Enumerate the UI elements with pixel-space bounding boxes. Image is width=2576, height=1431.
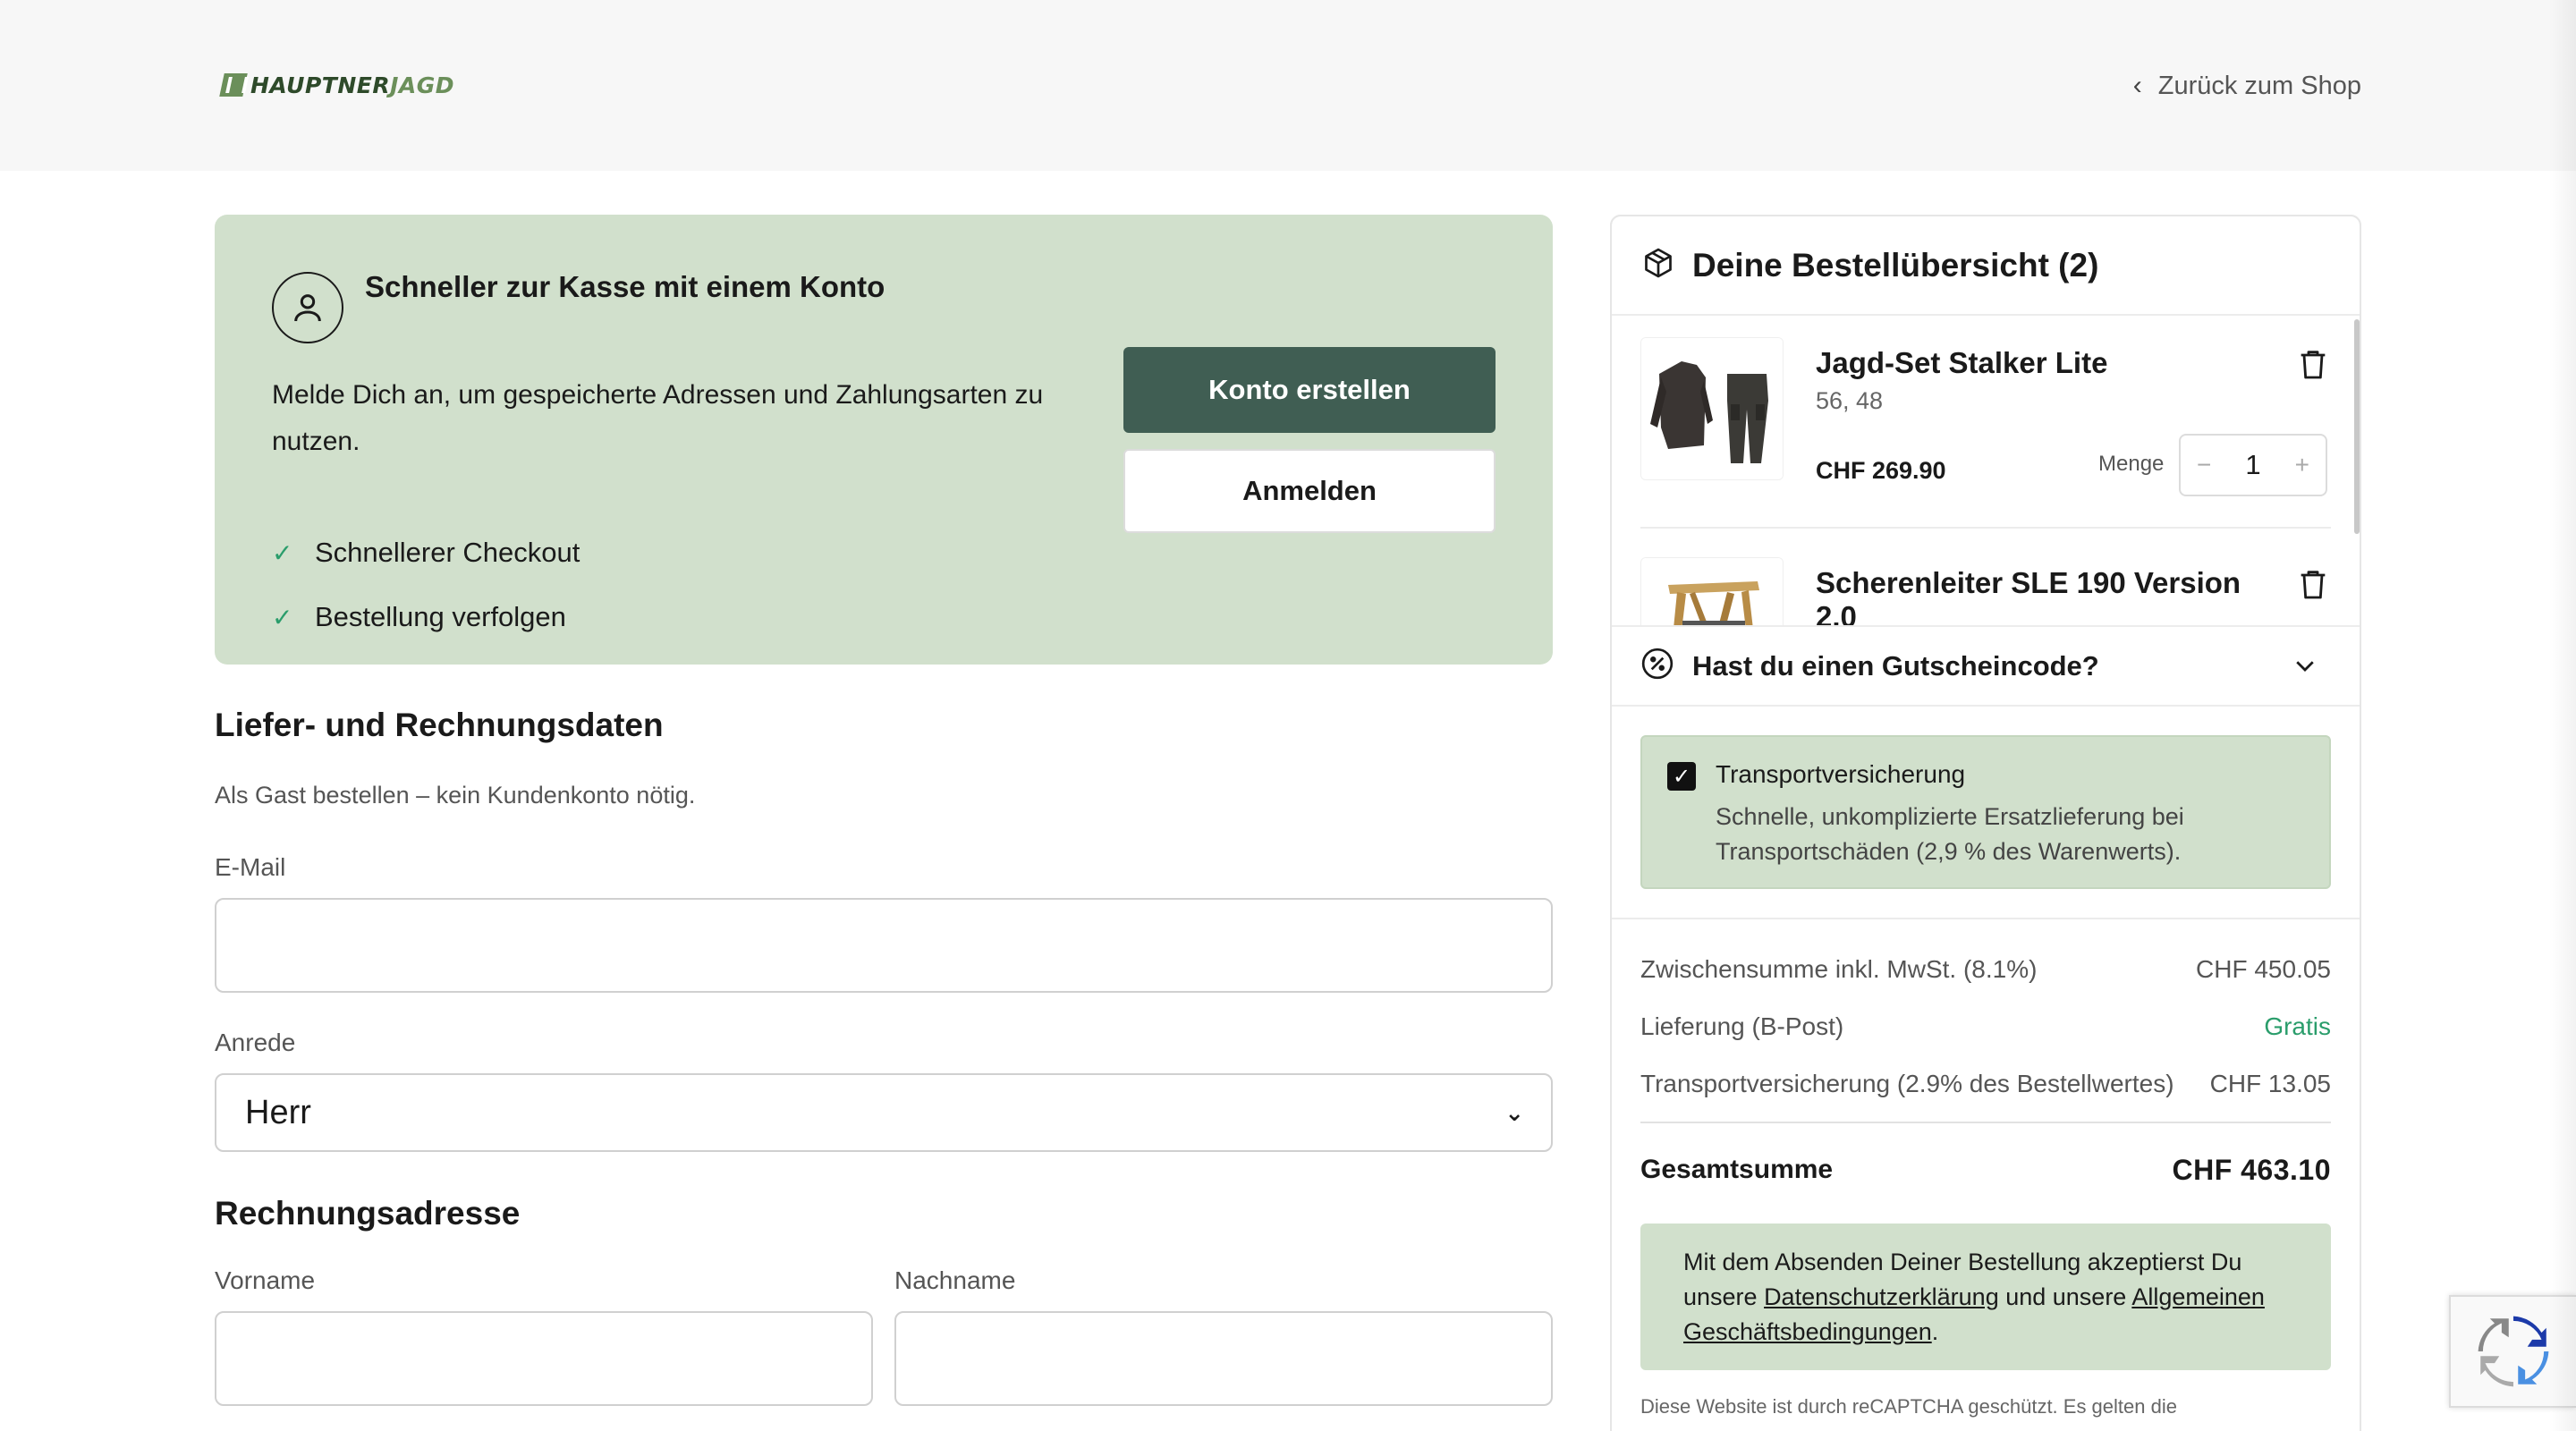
shipping-billing-title: Liefer- und Rechnungsdaten xyxy=(215,707,664,743)
product-name[interactable]: Jagd-Set Stalker Lite xyxy=(1816,346,2245,380)
product-name[interactable]: Scherenleiter SLE 190 Version 2.0 xyxy=(1816,566,2245,625)
logo-text-jagd: JAGD xyxy=(390,72,454,98)
check-icon: ✓ xyxy=(272,603,293,631)
minus-icon[interactable]: − xyxy=(2197,451,2211,479)
create-account-button[interactable]: Konto erstellen xyxy=(1123,347,1496,433)
cart-items-viewport: Jagd-Set Stalker Lite 56, 48 CHF 269.90 … xyxy=(1610,314,2361,625)
shipping-row: Lieferung (B-Post) Gratis xyxy=(1640,1009,2331,1045)
plus-icon[interactable]: + xyxy=(2295,451,2309,479)
discount-icon xyxy=(1640,647,1674,685)
quantity-label: Menge xyxy=(2098,452,2165,476)
back-to-shop-link[interactable]: ‹ Zurück zum Shop xyxy=(2133,68,2361,104)
total-label: Gesamtsumme xyxy=(1640,1155,1834,1184)
product-image[interactable] xyxy=(1640,337,1784,480)
product-price: CHF 269.90 xyxy=(1816,457,1946,484)
product-variant: 56, 48 xyxy=(1816,387,1884,414)
brand-logo[interactable]: HAUPTNERJAGD xyxy=(219,70,454,100)
recaptcha-note: Diese Website ist durch reCAPTCHA geschü… xyxy=(1640,1395,2177,1418)
page-edge-shadow xyxy=(2549,0,2576,1431)
order-summary-title: Deine Bestellübersicht (2) xyxy=(1692,246,2099,284)
guest-note: Als Gast bestellen – kein Kundenkonto nö… xyxy=(215,782,696,809)
divider xyxy=(1612,918,2360,919)
cart-scrollbar[interactable] xyxy=(2354,319,2360,534)
coupon-label: Hast du einen Gutscheincode? xyxy=(1692,649,2099,682)
chevron-down-icon xyxy=(2292,652,2318,683)
benefit-label: Schnellerer Checkout xyxy=(315,537,580,568)
salutation-select[interactable]: Herr ⌄ xyxy=(215,1073,1553,1152)
benefit-item: ✓ Schnellerer Checkout xyxy=(272,535,580,571)
email-field[interactable] xyxy=(215,898,1553,993)
legal-text: und unsere xyxy=(1998,1283,2132,1310)
total-value: CHF 463.10 xyxy=(2172,1153,2331,1186)
firstname-label: Vorname xyxy=(215,1266,316,1294)
total-row: Gesamtsumme CHF 463.10 xyxy=(1640,1150,2331,1190)
divider xyxy=(1640,1122,2331,1123)
package-icon xyxy=(1642,247,1674,284)
insurance-row: Transportversicherung (2.9% des Bestellw… xyxy=(1640,1066,2331,1102)
insurance-checkbox[interactable]: ✓ xyxy=(1667,762,1696,791)
coupon-toggle[interactable]: Hast du einen Gutscheincode? xyxy=(1612,625,2360,707)
billing-address-title: Rechnungsadresse xyxy=(215,1195,521,1232)
order-summary-header: Deine Bestellübersicht (2) xyxy=(1612,216,2360,316)
legal-text: . xyxy=(1931,1318,1939,1345)
trash-icon[interactable] xyxy=(2295,346,2331,382)
account-promo-box: Schneller zur Kasse mit einem Konto Meld… xyxy=(215,215,1553,665)
login-button[interactable]: Anmelden xyxy=(1123,449,1496,533)
check-icon: ✓ xyxy=(272,538,293,567)
recaptcha-icon xyxy=(2478,1316,2549,1387)
top-header: HAUPTNERJAGD ‹ Zurück zum Shop xyxy=(0,0,2576,171)
back-to-shop-label: Zurück zum Shop xyxy=(2157,71,2361,100)
insurance-title: Transportversicherung xyxy=(1716,760,1966,788)
logo-text: HAUPTNER xyxy=(250,72,391,98)
subtotal-label: Zwischensumme inkl. MwSt. (8.1%) xyxy=(1640,955,2038,983)
quantity-value[interactable]: 1 xyxy=(2245,449,2260,481)
salutation-value: Herr xyxy=(245,1093,311,1131)
benefit-item: ✓ Bestellung verfolgen xyxy=(272,599,566,635)
logo-mark-icon xyxy=(219,73,248,97)
shipping-value: Gratis xyxy=(2264,1012,2331,1040)
privacy-link[interactable]: Datenschutzerklärung xyxy=(1764,1283,1999,1310)
insurance-cost-value: CHF 13.05 xyxy=(2209,1070,2331,1097)
account-promo-title: Schneller zur Kasse mit einem Konto xyxy=(365,270,886,303)
user-icon xyxy=(272,272,343,343)
firstname-field[interactable] xyxy=(215,1311,873,1406)
account-promo-description: Melde Dich an, um gespeicherte Adressen … xyxy=(272,380,1044,456)
insurance-description: Schnelle, unkomplizierte Ersatzlieferung… xyxy=(1716,803,2184,865)
product-image[interactable] xyxy=(1640,557,1784,625)
insurance-option: ✓ Transportversicherung Schnelle, unkomp… xyxy=(1640,735,2331,889)
salutation-label: Anrede xyxy=(215,1029,296,1056)
chevron-left-icon: ‹ xyxy=(2132,71,2142,100)
chevron-down-icon: ⌄ xyxy=(1504,1098,1524,1126)
trash-icon[interactable] xyxy=(2295,566,2331,602)
legal-notice: Mit dem Absenden Deiner Bestellung akzep… xyxy=(1640,1224,2331,1370)
insurance-cost-label: Transportversicherung (2.9% des Bestellw… xyxy=(1640,1070,2174,1097)
subtotal-row: Zwischensumme inkl. MwSt. (8.1%) CHF 450… xyxy=(1640,952,2331,987)
item-divider xyxy=(1640,527,2331,529)
lastname-label: Nachname xyxy=(894,1266,1016,1294)
subtotal-value: CHF 450.05 xyxy=(2196,955,2331,983)
lastname-field[interactable] xyxy=(894,1311,1553,1406)
quantity-stepper[interactable]: − 1 + xyxy=(2179,434,2327,496)
shipping-label: Lieferung (B-Post) xyxy=(1640,1012,1844,1040)
benefit-label: Bestellung verfolgen xyxy=(315,601,566,632)
email-label: E-Mail xyxy=(215,853,286,881)
